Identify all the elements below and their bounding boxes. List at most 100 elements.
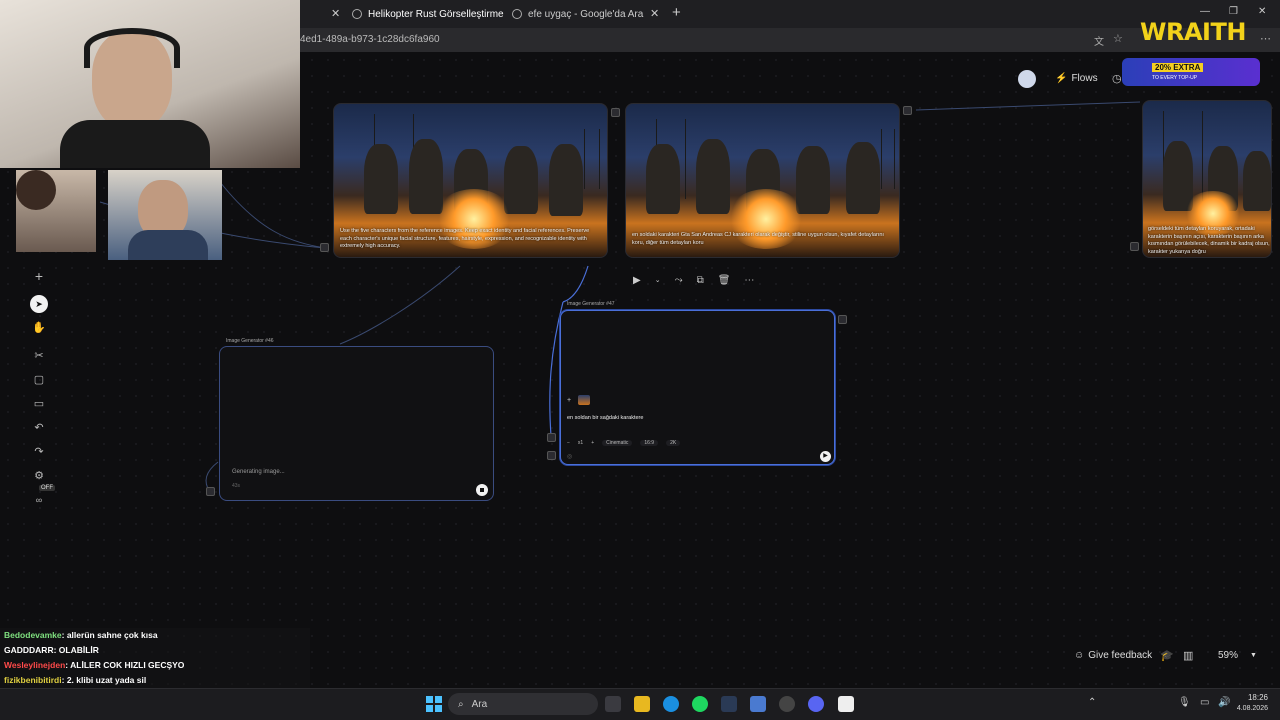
- minimap-icon[interactable]: ▥: [1183, 649, 1193, 662]
- node-handle[interactable]: [547, 433, 556, 442]
- hand-tool-icon[interactable]: ✋: [31, 320, 47, 336]
- new-tab-icon[interactable]: +: [672, 4, 681, 21]
- person: [696, 139, 730, 214]
- history-icon[interactable]: ◷: [1112, 72, 1122, 85]
- window-close-icon[interactable]: ✕: [1258, 6, 1266, 17]
- undo-icon[interactable]: ↶: [31, 420, 47, 436]
- browser-menu-icon[interactable]: ⋯: [1260, 32, 1271, 45]
- node-handle[interactable]: [547, 451, 556, 460]
- image-caption: Use the five characters from the referen…: [340, 228, 590, 250]
- zoom-select[interactable]: 59% ▼: [1218, 650, 1257, 661]
- prompt-input[interactable]: en soldan bir sağdaki karaktere: [567, 415, 643, 421]
- flows-button[interactable]: ⚡ Flows: [1055, 73, 1098, 84]
- redo-icon[interactable]: ↷: [31, 444, 47, 460]
- chat-message: Bedodevamke: allerün sahne çok kısa: [0, 630, 310, 645]
- run-icon[interactable]: ▶: [633, 275, 641, 286]
- trash-icon[interactable]: 🗑: [718, 275, 731, 286]
- pylon: [584, 129, 600, 189]
- chat-text: : 2. klibi uzat yada sil: [61, 675, 147, 685]
- tab-label: efe uygaç - Google'da Ara: [528, 8, 644, 20]
- style-select[interactable]: Cinematic: [602, 440, 633, 446]
- promo-banner: 20% EXTRA TO EVERY TOP-UP: [1122, 58, 1260, 86]
- count-value: x1: [577, 440, 584, 446]
- node-handle[interactable]: [611, 108, 620, 117]
- app-icon[interactable]: [750, 696, 766, 712]
- image-node-3[interactable]: görseldeki tüm detayları koruyarak, orta…: [1142, 100, 1272, 258]
- plus-icon[interactable]: +: [591, 440, 594, 446]
- node-title: Image Generator #47: [567, 301, 615, 307]
- network-icon[interactable]: ▭: [1200, 697, 1209, 708]
- more-icon[interactable]: ⋯: [744, 275, 754, 286]
- hoodie: [128, 230, 208, 260]
- node-handle[interactable]: [838, 315, 847, 324]
- feedback-label: Give feedback: [1088, 650, 1153, 661]
- resolution-select[interactable]: 2K: [666, 440, 681, 446]
- discord-icon[interactable]: [808, 696, 824, 712]
- microphone-icon[interactable]: 🎙: [1178, 697, 1191, 708]
- chevron-up-icon[interactable]: ⌃: [1088, 697, 1096, 708]
- capcut-icon[interactable]: [838, 696, 854, 712]
- steam-icon[interactable]: [721, 696, 737, 712]
- node-toolbar: ▶ ⌄ ⤳ ⧉ 🗑 ⋯: [625, 270, 770, 290]
- chat-message: GADDDARR: OLABİLİR: [0, 645, 310, 660]
- tab-helikopter[interactable]: Helikopter Rust Görselleştirme: [352, 4, 504, 24]
- branch-icon[interactable]: ⤳: [675, 275, 683, 286]
- url-text[interactable]: 4ed1-489a-b973-1c28dc6fa960: [300, 34, 440, 45]
- clock-time[interactable]: 18:26: [1238, 693, 1268, 702]
- add-node-icon[interactable]: +: [31, 268, 47, 284]
- scissors-icon[interactable]: ✂: [31, 348, 47, 364]
- node-handle[interactable]: [206, 487, 215, 496]
- spotify-icon[interactable]: [692, 696, 708, 712]
- minimize-icon[interactable]: —: [1200, 6, 1210, 17]
- node-handle[interactable]: [903, 106, 912, 115]
- taskbar-search[interactable]: ⌕ Ara: [448, 693, 598, 715]
- maximize-icon[interactable]: ❐: [1229, 6, 1238, 17]
- streamer-webcam: [0, 0, 300, 168]
- translate-icon[interactable]: 文: [1094, 33, 1104, 48]
- chat-text: : OLABİLİR: [53, 645, 99, 655]
- bookmark-star-icon[interactable]: ☆: [1113, 32, 1123, 45]
- settings-icon[interactable]: ◎: [567, 453, 572, 460]
- generate-button[interactable]: ▶: [820, 451, 831, 462]
- file-explorer-icon[interactable]: [634, 696, 650, 712]
- copy-icon[interactable]: ⧉: [697, 275, 704, 286]
- note-icon[interactable]: ▢: [31, 372, 47, 388]
- close-tab-icon[interactable]: ✕: [650, 7, 659, 20]
- snap-toggle[interactable]: OFF: [39, 485, 55, 491]
- give-feedback-button[interactable]: ☺ Give feedback: [1074, 650, 1152, 661]
- windows-start-icon[interactable]: [426, 696, 442, 712]
- close-tab-icon[interactable]: ✕: [331, 7, 340, 20]
- image-generator-47[interactable]: + en soldan bir sağdaki karaktere − x1 +…: [560, 310, 835, 465]
- chat-username: Bedodevamke: [4, 630, 62, 640]
- add-reference-icon[interactable]: +: [567, 397, 571, 404]
- edge-icon[interactable]: [663, 696, 679, 712]
- person: [1243, 151, 1271, 211]
- stop-icon: [480, 488, 484, 492]
- search-label: Ara: [471, 698, 488, 710]
- image-generator-46[interactable]: Generating image... 43s: [219, 346, 494, 501]
- user-avatar[interactable]: [1018, 70, 1036, 88]
- comment-icon[interactable]: ▭: [31, 396, 47, 412]
- tab-google-search[interactable]: efe uygaç - Google'da Ara: [512, 4, 643, 24]
- chat-username: Wesleylinejden: [4, 660, 66, 670]
- image-caption: en soldaki karakteri Gta San Andreas CJ …: [632, 232, 884, 246]
- ratio-select[interactable]: 16:9: [640, 440, 659, 446]
- github-icon[interactable]: [779, 696, 795, 712]
- image-node-1[interactable]: Use the five characters from the referen…: [333, 103, 608, 258]
- node-handle[interactable]: [1130, 242, 1139, 251]
- stop-button[interactable]: [476, 484, 488, 496]
- settings-gear-icon[interactable]: ⚙: [31, 468, 47, 484]
- task-view-icon[interactable]: [605, 696, 621, 712]
- link-icon[interactable]: ∞: [31, 492, 47, 508]
- clock-date[interactable]: 4.08.2026: [1226, 705, 1268, 712]
- chat-username: fizikbenibitirdi: [4, 675, 62, 685]
- image-node-2[interactable]: en soldaki karakteri Gta San Andreas CJ …: [625, 103, 900, 258]
- node-handle[interactable]: [320, 243, 329, 252]
- chat-text: : ALİLER COK HIZLI GECŞYO: [65, 660, 185, 670]
- chevron-down-icon[interactable]: ⌄: [655, 276, 661, 284]
- reference-thumbnail[interactable]: [578, 395, 590, 405]
- learn-icon[interactable]: 🎓: [1160, 649, 1174, 662]
- select-tool-icon[interactable]: ➤: [30, 295, 48, 313]
- minus-icon[interactable]: −: [567, 440, 570, 446]
- image-caption: görseldeki tüm detayları koruyarak, orta…: [1148, 226, 1270, 256]
